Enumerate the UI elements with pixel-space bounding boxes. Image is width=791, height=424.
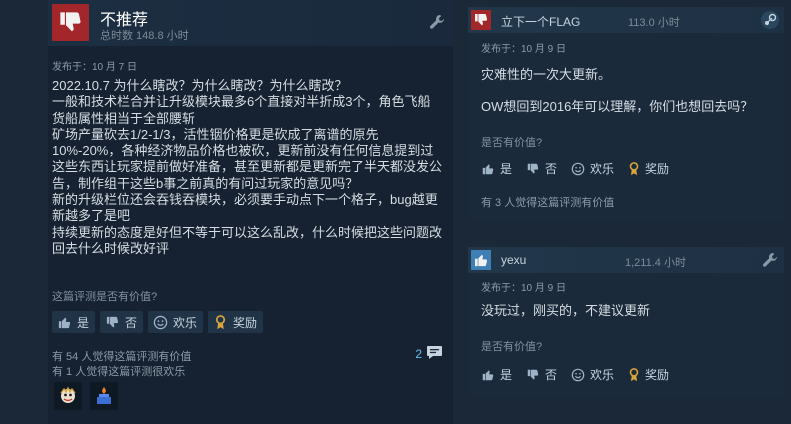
comment-card: 立下一个FLAG 113.0 小时 发布于：10 月 9 日 灾难性的一次大更新… (468, 7, 784, 221)
review-line: 10%-20%，各种经济物品价格也被砍，更新前没有任何信息提到过 (52, 143, 434, 159)
review-body: 2022.10.7 为什么瞎改？为什么瞎改？为什么瞎改？ 一般和技术栏合并让升级… (52, 78, 444, 257)
comments-count: 2 (415, 347, 422, 361)
thumbs-up-icon (482, 163, 494, 174)
helpful-question: 是否有价值? (481, 341, 543, 353)
playtime-hours: 总时数 148.8 小时 (100, 30, 189, 42)
award-icon (629, 367, 639, 381)
vote-yes-label: 是 (500, 368, 513, 382)
vote-buttons: 是 否 欢乐 奖励 (481, 160, 669, 177)
helpful-question: 是否有价值? (481, 137, 543, 149)
award-button[interactable]: 奖励 (628, 366, 669, 383)
comments-panel: 立下一个FLAG 113.0 小时 发布于：10 月 9 日 灾难性的一次大更新… (465, 0, 791, 424)
comment-hours: 113.0 小时 (628, 17, 680, 29)
vote-yes-label: 是 (500, 162, 513, 176)
award-label: 奖励 (645, 368, 670, 382)
review-header: 不推荐 总时数 148.8 小时 (48, 0, 453, 46)
comment-line: 没玩过，刚买的，不建议更新 (481, 303, 651, 318)
vote-no-button[interactable]: 否 (526, 366, 557, 383)
vote-funny-button[interactable]: 欢乐 (571, 160, 614, 177)
award-button[interactable]: 奖励 (208, 311, 264, 333)
comment-card: yexu 1,211.4 小时 发布于：10 月 9 日 没玩过，刚买的，不建议… (468, 247, 784, 397)
award-button[interactable]: 奖励 (628, 160, 669, 177)
review-line: 货船属性相当于全部腰斩 (52, 110, 196, 126)
award-label: 奖励 (233, 315, 258, 330)
vote-yes-button[interactable]: 是 (52, 311, 96, 333)
helpful-question: 这篇评测是否有价值? (52, 291, 158, 303)
review-line: 新越多了是吧 (52, 208, 131, 224)
vote-funny-button[interactable]: 欢乐 (571, 366, 614, 383)
comment-author[interactable]: yexu (501, 253, 526, 267)
wrench-icon (762, 252, 778, 273)
review-line: 矿场产量砍去1/2-1/3，活性铟价格更是砍成了离谱的原先 (52, 126, 379, 142)
smiley-icon (571, 162, 585, 175)
review-panel: 不推荐 总时数 148.8 小时 发布于：10 月 7 日 2022.10.7 … (0, 0, 455, 424)
vote-no-label: 否 (545, 162, 558, 176)
thumbs-down-icon (527, 369, 539, 380)
vote-funny-button[interactable]: 欢乐 (148, 311, 204, 333)
award-icon (212, 314, 228, 330)
funny-count: 有 1 人觉得这篇评测很欢乐 (52, 366, 186, 378)
comment-author[interactable]: 立下一个FLAG (501, 13, 580, 30)
award-icon (629, 161, 639, 175)
comment-bubble-icon (426, 345, 443, 363)
review-line: 一般和技术栏合并让升级模块最多6个直接对半折成3个，角色飞船 (52, 94, 431, 110)
vote-buttons: 是 否 欢乐 奖励 (481, 366, 669, 383)
review-line: 告，制作组干这些b事之前真的有问过玩家的意见吗？ (52, 175, 359, 191)
wrench-icon (429, 14, 445, 35)
review-line: 这些东西让玩家提前做好准备，甚至更新都是更新完了半天都没发公 (52, 159, 443, 175)
review-line: 持续更新的态度是好但不等于可以这么乱改，什么时候把这些问题改 (52, 224, 443, 240)
review-card: 不推荐 总时数 148.8 小时 发布于：10 月 7 日 2022.10.7 … (48, 0, 453, 424)
vote-funny-label: 欢乐 (590, 368, 615, 382)
vote-no-label: 否 (545, 368, 558, 382)
smiley-icon (152, 314, 168, 330)
comment-header: 立下一个FLAG 113.0 小时 (468, 7, 784, 33)
award-badge-icon[interactable] (90, 382, 118, 410)
helpful-count: 有 54 人觉得这篇评测有价值 (52, 351, 192, 363)
comment-header: yexu 1,211.4 小时 (468, 247, 784, 273)
comment-hours: 1,211.4 小时 (625, 257, 686, 269)
comment-posted-date: 发布于：10 月 9 日 (481, 44, 567, 55)
posted-date: 发布于：10 月 7 日 (52, 62, 138, 73)
helpful-count: 有 3 人觉得这篇评测有价值 (481, 197, 615, 209)
thumbs-down-icon (471, 10, 491, 30)
review-line: 2022.10.7 为什么瞎改？为什么瞎改？为什么瞎改？ (52, 78, 348, 93)
thumbs-up-icon (471, 250, 491, 270)
vote-yes-label: 是 (77, 315, 90, 330)
vote-yes-button[interactable]: 是 (481, 160, 512, 177)
thumbs-down-icon (104, 314, 120, 330)
vote-yes-button[interactable]: 是 (481, 366, 512, 383)
steam-icon (760, 10, 780, 35)
vote-no-button[interactable]: 否 (100, 311, 144, 333)
vote-buttons: 是 否 欢乐 奖励 (52, 311, 264, 333)
award-label: 奖励 (645, 162, 670, 176)
thumbs-up-icon (56, 314, 72, 330)
smiley-icon (571, 368, 585, 381)
vote-funny-label: 欢乐 (173, 315, 198, 330)
thumbs-down-icon (527, 163, 539, 174)
review-line: 新的升级栏位还会吞钱吞模块，必须要手动点下一个格子，bug越更 (52, 192, 438, 208)
vote-no-label: 否 (125, 315, 138, 330)
thumbs-down-icon (52, 4, 89, 41)
vote-no-button[interactable]: 否 (526, 160, 557, 177)
comment-line: 灾难性的一次大更新。 (481, 67, 612, 82)
comment-posted-date: 发布于：10 月 9 日 (481, 283, 567, 294)
comment-line: OW想回到2016年可以理解，你们也想回去吗？ (481, 99, 754, 114)
award-badge-icon[interactable] (54, 382, 82, 410)
vote-funny-label: 欢乐 (590, 162, 615, 176)
thumbs-up-icon (482, 369, 494, 380)
comments-link[interactable]: 2 (415, 345, 443, 363)
review-line: 回去什么时候改好评 (52, 240, 170, 256)
